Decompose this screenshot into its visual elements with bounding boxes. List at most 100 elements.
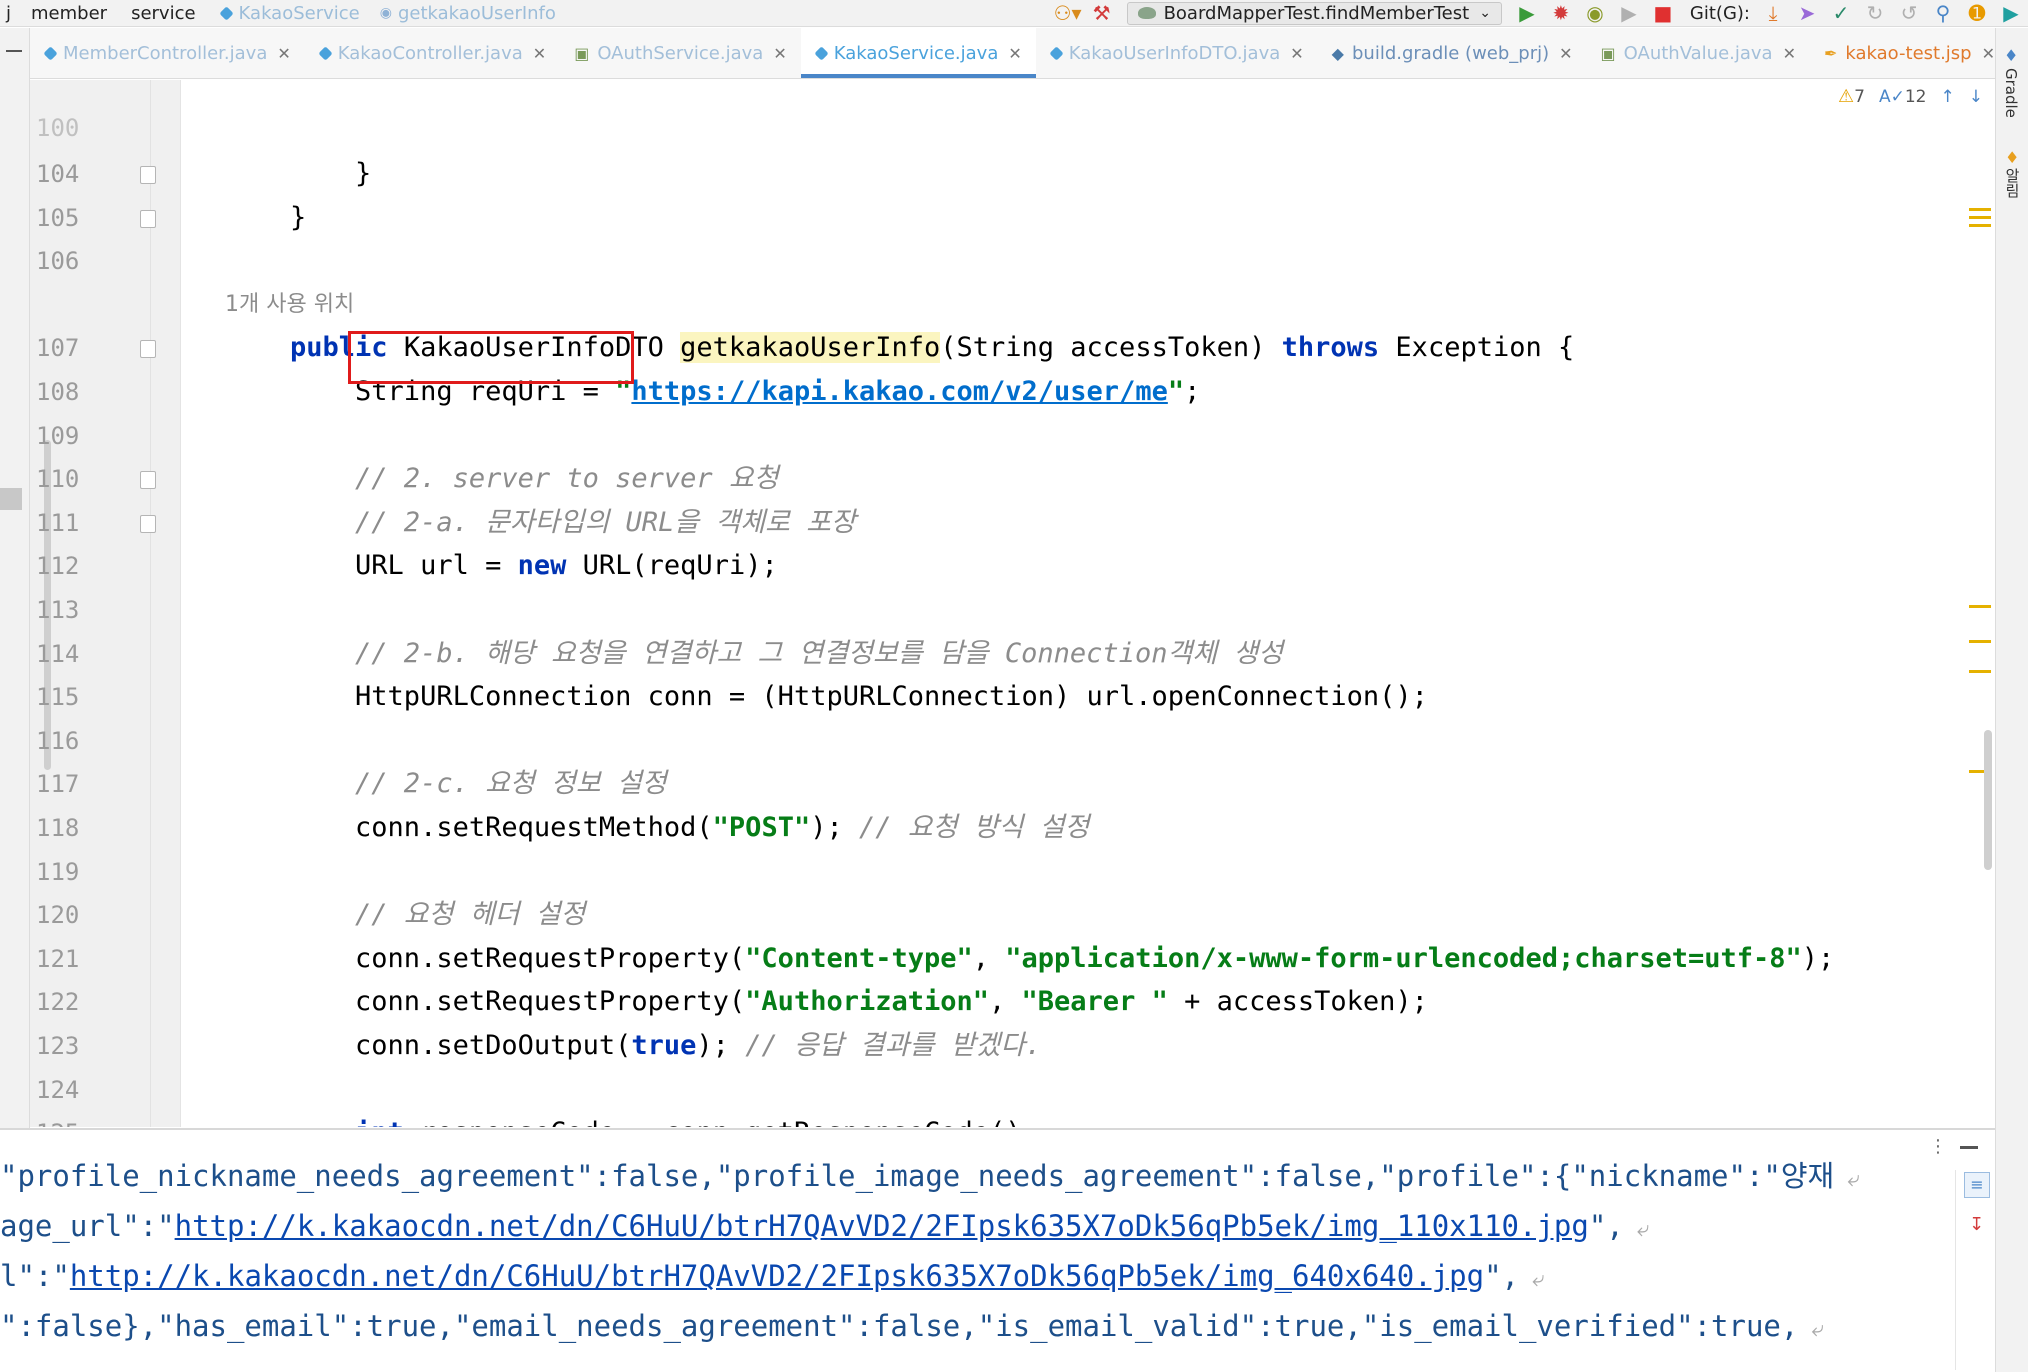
next-highlight-icon[interactable]: ↓ xyxy=(1969,87,1983,107)
gradle-panel-label[interactable]: Gradle xyxy=(2002,68,2020,118)
code-line[interactable]: 119 xyxy=(30,852,1995,892)
code-text[interactable]: // 2-c. 요청 정보 설정 xyxy=(225,764,667,804)
breadcrumb-class[interactable]: KakaoService xyxy=(202,0,366,27)
error-stripe-marker[interactable] xyxy=(1969,216,1991,219)
breadcrumb-project[interactable]: j xyxy=(0,0,17,27)
code-line[interactable]: 112 URL url = new URL(reqUri); xyxy=(30,546,1995,586)
code-text[interactable]: URL url = new URL(reqUri); xyxy=(225,546,778,586)
fold-marker[interactable] xyxy=(140,514,156,533)
inspection-widget[interactable]: ⚠7 A✓12 ↑ ↓ xyxy=(1838,86,1983,107)
code-line[interactable]: 106 xyxy=(30,241,1995,281)
warning-count[interactable]: ⚠7 xyxy=(1838,86,1865,107)
gradle-elephant-icon[interactable]: ♦ xyxy=(2004,46,2018,65)
debug-icon[interactable]: ✹ xyxy=(1544,0,1578,27)
code-line[interactable]: 124 xyxy=(30,1070,1995,1110)
code-line[interactable]: 114 // 2-b. 해당 요청을 연결하고 그 연결정보를 담을 Conne… xyxy=(30,634,1995,674)
fold-marker[interactable] xyxy=(140,166,156,184)
code-text[interactable]: int responseCode = conn.getResponseCode(… xyxy=(225,1113,1038,1127)
soft-wrap-icon[interactable]: ≡ xyxy=(1964,1172,1990,1198)
code-line[interactable]: 113 xyxy=(30,590,1995,630)
history-icon[interactable]: ↻ xyxy=(1858,0,1892,27)
close-icon[interactable]: ✕ xyxy=(533,44,546,63)
code-line[interactable]: 121 conn.setRequestProperty("Content-typ… xyxy=(30,939,1995,979)
code-text[interactable]: // 2. server to server 요청 xyxy=(225,459,779,499)
code-text[interactable]: } xyxy=(225,198,306,238)
close-icon[interactable]: ✕ xyxy=(1559,44,1572,63)
code-line[interactable]: 116 xyxy=(30,721,1995,761)
code-line[interactable]: 125 int responseCode = conn.getResponseC… xyxy=(30,1113,1995,1127)
console-options-icon[interactable]: ⋮ xyxy=(1929,1136,1947,1157)
previous-highlight-icon[interactable]: ↑ xyxy=(1941,87,1955,107)
git-push-icon[interactable]: ➤ xyxy=(1790,0,1824,27)
tab-kakaocontroller[interactable]: KakaoController.java ✕ xyxy=(305,28,560,78)
scroll-to-end-icon[interactable]: ↧ xyxy=(1969,1214,1984,1235)
tab-kakaouserinfodto[interactable]: KakaoUserInfoDTO.java ✕ xyxy=(1036,28,1318,78)
close-icon[interactable]: ✕ xyxy=(277,44,290,63)
code-editor[interactable]: 100 104 } 105 } 106 1개 사용 위치 107 public Kaka… xyxy=(30,80,1995,1127)
stop-icon[interactable]: ■ xyxy=(1646,0,1680,27)
tab-kakao-test-jsp[interactable]: ✒ kakao-test.jsp ✕ xyxy=(1810,28,1995,78)
console-link[interactable]: http://k.kakaocdn.net/dn/C6HuU/btrH7QAvV… xyxy=(175,1209,1589,1243)
code-line[interactable]: 108 String reqUri = "https://kapi.kakao.… xyxy=(30,372,1995,412)
tab-build-gradle[interactable]: ◆ build.gradle (web_prj) ✕ xyxy=(1318,28,1587,78)
usage-hint-line[interactable]: 1개 사용 위치 xyxy=(30,285,1995,325)
code-line[interactable]: 109 xyxy=(30,416,1995,456)
editor-scrollbar[interactable] xyxy=(1984,730,1992,870)
plugin-icon[interactable]: ▶ xyxy=(1994,0,2028,27)
minimize-icon[interactable] xyxy=(1960,1146,1978,1149)
tool-strip-handle[interactable] xyxy=(0,488,22,510)
code-text[interactable]: // 2-b. 해당 요청을 연결하고 그 연결정보를 담을 Connectio… xyxy=(225,634,1283,674)
error-stripe-marker[interactable] xyxy=(1969,670,1991,673)
code-line[interactable]: 110 // 2. server to server 요청 xyxy=(30,459,1995,499)
collapse-icon[interactable] xyxy=(6,50,22,52)
code-text[interactable]: HttpURLConnection conn = (HttpURLConnect… xyxy=(225,677,1428,717)
code-text[interactable]: // 요청 헤더 설정 xyxy=(225,895,585,935)
rollback-icon[interactable]: ↺ xyxy=(1892,0,1926,27)
code-text[interactable]: conn.setRequestProperty("Content-type", … xyxy=(225,939,1834,979)
notifications-panel-label[interactable]: 알림 xyxy=(2002,168,2023,198)
run-configuration-select[interactable]: BoardMapperTest.findMemberTest ⌄ xyxy=(1126,1,1502,25)
tab-oauthservice[interactable]: ▣ OAuthService.java ✕ xyxy=(560,28,801,78)
error-stripe-marker[interactable] xyxy=(1969,224,1991,227)
close-icon[interactable]: ✕ xyxy=(773,44,786,63)
code-line[interactable]: 104 } xyxy=(30,154,1995,194)
users-icon[interactable]: ⚇▾ xyxy=(1051,0,1085,27)
coverage-icon[interactable]: ◉ xyxy=(1578,0,1612,27)
code-text[interactable]: conn.setRequestMethod("POST"); // 요청 방식 … xyxy=(225,808,1089,848)
bell-icon[interactable]: ♦ xyxy=(2005,148,2019,167)
tab-oauthvalue[interactable]: ▣ OAuthValue.java ✕ xyxy=(1587,28,1810,78)
close-icon[interactable]: ✕ xyxy=(1008,44,1021,63)
code-text[interactable]: // 2-a. 문자타입의 URL을 객체로 포장 xyxy=(225,503,856,543)
code-line[interactable]: 107 public KakaoUserInfoDTO getkakaoUser… xyxy=(30,328,1995,368)
code-line[interactable]: 123 conn.setDoOutput(true); // 응답 결과를 받겠… xyxy=(30,1026,1995,1066)
run-icon[interactable]: ▶ xyxy=(1510,0,1544,27)
close-icon[interactable]: ✕ xyxy=(1783,44,1796,63)
fold-marker[interactable] xyxy=(140,209,156,228)
close-icon[interactable]: ✕ xyxy=(1982,44,1995,63)
fold-marker[interactable] xyxy=(140,340,156,359)
run-console[interactable]: ⋮ "profile_nickname_needs_agreement":fal… xyxy=(0,1128,1995,1372)
usage-hint[interactable]: 1개 사용 위치 xyxy=(225,285,354,325)
code-text[interactable]: } xyxy=(225,154,371,194)
breadcrumb-member[interactable]: member xyxy=(17,0,113,27)
code-line[interactable]: 115 HttpURLConnection conn = (HttpURLCon… xyxy=(30,677,1995,717)
code-line[interactable]: 120 // 요청 헤더 설정 xyxy=(30,895,1995,935)
search-icon[interactable]: ⚲ xyxy=(1926,0,1960,27)
code-line[interactable]: 111 // 2-a. 문자타입의 URL을 객체로 포장 xyxy=(30,503,1995,543)
git-update-icon[interactable]: ⤓ xyxy=(1756,0,1790,27)
typo-count[interactable]: A✓12 xyxy=(1879,87,1927,107)
code-line[interactable]: 117 // 2-c. 요청 정보 설정 xyxy=(30,764,1995,804)
code-line[interactable]: 122 conn.setRequestProperty("Authorizati… xyxy=(30,982,1995,1022)
update-icon[interactable]: ➊ xyxy=(1960,0,1994,27)
tab-kakaoservice[interactable]: KakaoService.java ✕ xyxy=(800,28,1036,78)
error-stripe-marker[interactable] xyxy=(1969,208,1991,211)
console-link[interactable]: http://k.kakaocdn.net/dn/C6HuU/btrH7QAvV… xyxy=(70,1259,1484,1293)
git-commit-icon[interactable]: ✓ xyxy=(1824,0,1858,27)
close-icon[interactable]: ✕ xyxy=(1290,44,1303,63)
code-text[interactable]: conn.setDoOutput(true); // 응답 결과를 받겠다. xyxy=(225,1026,1041,1066)
error-stripe-marker[interactable] xyxy=(1969,640,1991,643)
breadcrumb-service[interactable]: service xyxy=(113,0,201,27)
code-text[interactable]: conn.setRequestProperty("Authorization",… xyxy=(225,982,1428,1022)
error-stripe-marker[interactable] xyxy=(1969,605,1991,608)
run-disabled-icon[interactable]: ▶ xyxy=(1612,0,1646,27)
